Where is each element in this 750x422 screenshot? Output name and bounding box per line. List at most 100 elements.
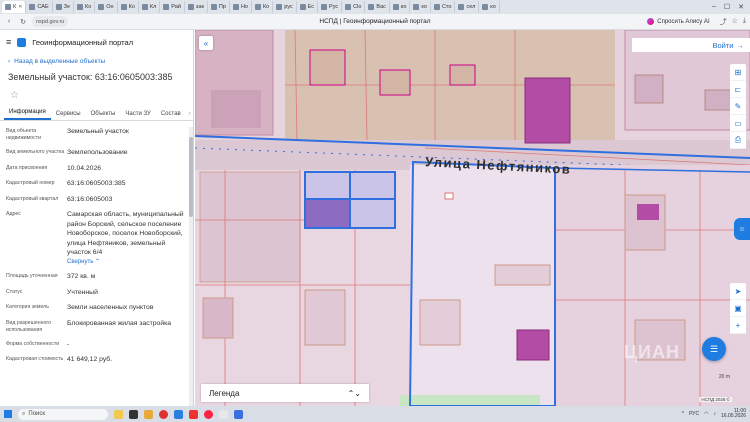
property-key: Кадастровый номер	[6, 180, 55, 187]
browser-tab[interactable]: Но	[230, 1, 252, 13]
browser-tab[interactable]: Сlo	[342, 1, 366, 13]
tab-label: Он	[106, 4, 114, 10]
yandex-browser-icon[interactable]	[159, 409, 168, 419]
app3-icon[interactable]	[234, 409, 243, 419]
bookmark-icon[interactable]: ☆	[732, 17, 738, 27]
close-icon[interactable]: ✕	[738, 3, 744, 11]
property-row: Кадастровый номер 63:16:0605003:385	[6, 179, 185, 189]
wifi-icon[interactable]: ◠	[704, 411, 708, 417]
share-icon[interactable]: ⤴	[720, 17, 727, 27]
browser-tab[interactable]: Кл	[139, 1, 161, 13]
minimize-icon[interactable]: –	[712, 3, 716, 11]
browser-tab[interactable]: рус	[273, 1, 297, 13]
property-value: 41 649,12 руб.	[67, 355, 185, 365]
browser-tab-strip: К ✕ САЕ Зе Ко Он Ко Кл Рай зак Пр Но Ко рус Ес Рус Сlo Ва…	[0, 0, 750, 14]
property-value: Блокированная жилая застройка	[67, 319, 185, 334]
language-indicator[interactable]: РУС	[689, 411, 699, 417]
back-arrow-icon[interactable]: ‹	[4, 17, 14, 27]
url-field[interactable]: nspd.gov.ru	[32, 16, 69, 27]
legend-toggle[interactable]: Легенда ⌃⌄	[201, 384, 369, 402]
mail-icon[interactable]	[174, 409, 183, 419]
panel-scrollbar[interactable]	[189, 127, 193, 406]
browser-tab[interactable]: Зе	[53, 1, 75, 13]
app2-icon[interactable]	[219, 409, 228, 419]
yandex-icon[interactable]	[204, 409, 213, 419]
login-button[interactable]: Войти →	[632, 38, 750, 52]
browser-tab[interactable]: Ко	[252, 1, 274, 13]
collapse-panel-button[interactable]: «	[199, 36, 213, 50]
tab-favicon-icon	[458, 4, 465, 10]
browser-tab[interactable]: ко	[410, 1, 431, 13]
property-key: Форма собственности	[6, 340, 60, 347]
property-value-text: Земли населенных пунктов	[67, 304, 154, 312]
chat-fab-icon[interactable]: ☰	[702, 337, 726, 361]
alice-button[interactable]: Спросить Алису AI	[647, 18, 710, 25]
property-row: Статус Учтенный	[6, 288, 185, 298]
property-value: Земли населенных пунктов	[67, 303, 185, 313]
panel-tab[interactable]: Объекты	[86, 111, 121, 120]
tab-favicon-icon	[232, 4, 239, 10]
tab-favicon-icon	[187, 4, 194, 10]
back-to-selection-link[interactable]: ‹ Назад в выделенные объекты	[0, 54, 193, 69]
panel-tab[interactable]: Информация	[4, 109, 51, 120]
panel-tab[interactable]: Сервисы	[51, 111, 86, 120]
tab-favicon-icon	[299, 4, 306, 10]
ruler-icon[interactable]: ⊏	[730, 81, 746, 98]
cadastral-map[interactable]: Улица Нефтяников ЦИАН « Войти → ⊞ ⊏ ✎ ▭ …	[195, 30, 750, 406]
widget-icon[interactable]	[114, 409, 123, 419]
zoom-in-icon[interactable]: +	[730, 317, 746, 334]
assistant-side-button[interactable]: ☺	[734, 218, 750, 240]
basemap-icon[interactable]: ▣	[730, 300, 746, 317]
download-icon[interactable]: ⤓	[743, 17, 746, 27]
browser-tab[interactable]: ко	[390, 1, 411, 13]
clock[interactable]: 11:00 16.05.2026	[721, 408, 746, 420]
draw-icon[interactable]: ✎	[730, 98, 746, 115]
chevron-up-icon[interactable]: ^	[682, 411, 684, 417]
property-value-text: Землепользование	[67, 149, 128, 157]
browser-tab[interactable]: Ко	[118, 1, 139, 13]
task-view-icon[interactable]	[129, 409, 138, 419]
browser-tab[interactable]: Рус	[318, 1, 343, 13]
browser-tab[interactable]: Пр	[208, 1, 230, 13]
tab-label: Сто	[441, 4, 452, 10]
browser-tab[interactable]: ко	[479, 1, 500, 13]
locate-icon[interactable]: ➤	[730, 283, 746, 300]
property-key: Вид объекта недвижимости	[6, 128, 42, 142]
browser-tab[interactable]: Он	[95, 1, 118, 13]
maximize-icon[interactable]: ☐	[724, 3, 730, 11]
chevron-left-icon: ‹	[8, 58, 11, 65]
print-icon[interactable]: ⎙	[730, 132, 746, 149]
browser-tab[interactable]: Сто	[431, 1, 456, 13]
tab-favicon-icon	[254, 4, 261, 10]
browser-tab[interactable]: САЕ	[26, 1, 53, 13]
panel-tab[interactable]: Части ЗУ	[120, 111, 155, 120]
menu-icon[interactable]: ≡	[6, 37, 11, 47]
layers-icon[interactable]: ⊞	[730, 64, 746, 81]
os-taskbar: ⌕ Поиск ^ РУС ◠ ♪ 11:00 16.05.2026	[0, 406, 750, 422]
browser-tab[interactable]: Вас	[365, 1, 390, 13]
app-icon[interactable]	[189, 409, 198, 419]
browser-tab[interactable]: сел	[455, 1, 480, 13]
browser-tab[interactable]: Рай	[160, 1, 185, 13]
reload-icon[interactable]: ↻	[18, 17, 28, 27]
favorite-star-icon[interactable]: ☆	[0, 82, 193, 105]
browser-tab[interactable]: Ес	[297, 1, 319, 13]
taskbar-search[interactable]: ⌕ Поиск	[18, 408, 108, 420]
legend-label: Легенда	[209, 388, 240, 398]
tabs-scroll-right-icon[interactable]: ›	[186, 111, 193, 120]
collapse-address-link[interactable]: Свернуть ⌃	[67, 258, 185, 266]
volume-icon[interactable]: ♪	[713, 411, 716, 417]
browser-tab[interactable]: зак	[185, 1, 208, 13]
windows-start-icon[interactable]	[4, 410, 12, 418]
measure-icon[interactable]: ▭	[730, 115, 746, 132]
scrollbar-thumb[interactable]	[189, 137, 193, 217]
browser-tab[interactable]: К ✕	[2, 1, 27, 13]
browser-tab[interactable]: Ко	[74, 1, 96, 13]
file-explorer-icon[interactable]	[144, 409, 153, 419]
tab-close-icon[interactable]: ✕	[18, 4, 22, 10]
tab-favicon-icon	[392, 4, 399, 10]
property-row: Площадь уточненная 372 кв. м	[6, 272, 185, 282]
panel-tab[interactable]: Состав	[156, 111, 186, 120]
portal-title: Геоинформационный портал	[32, 37, 134, 47]
back-label: Назад в выделенные объекты	[14, 58, 106, 65]
